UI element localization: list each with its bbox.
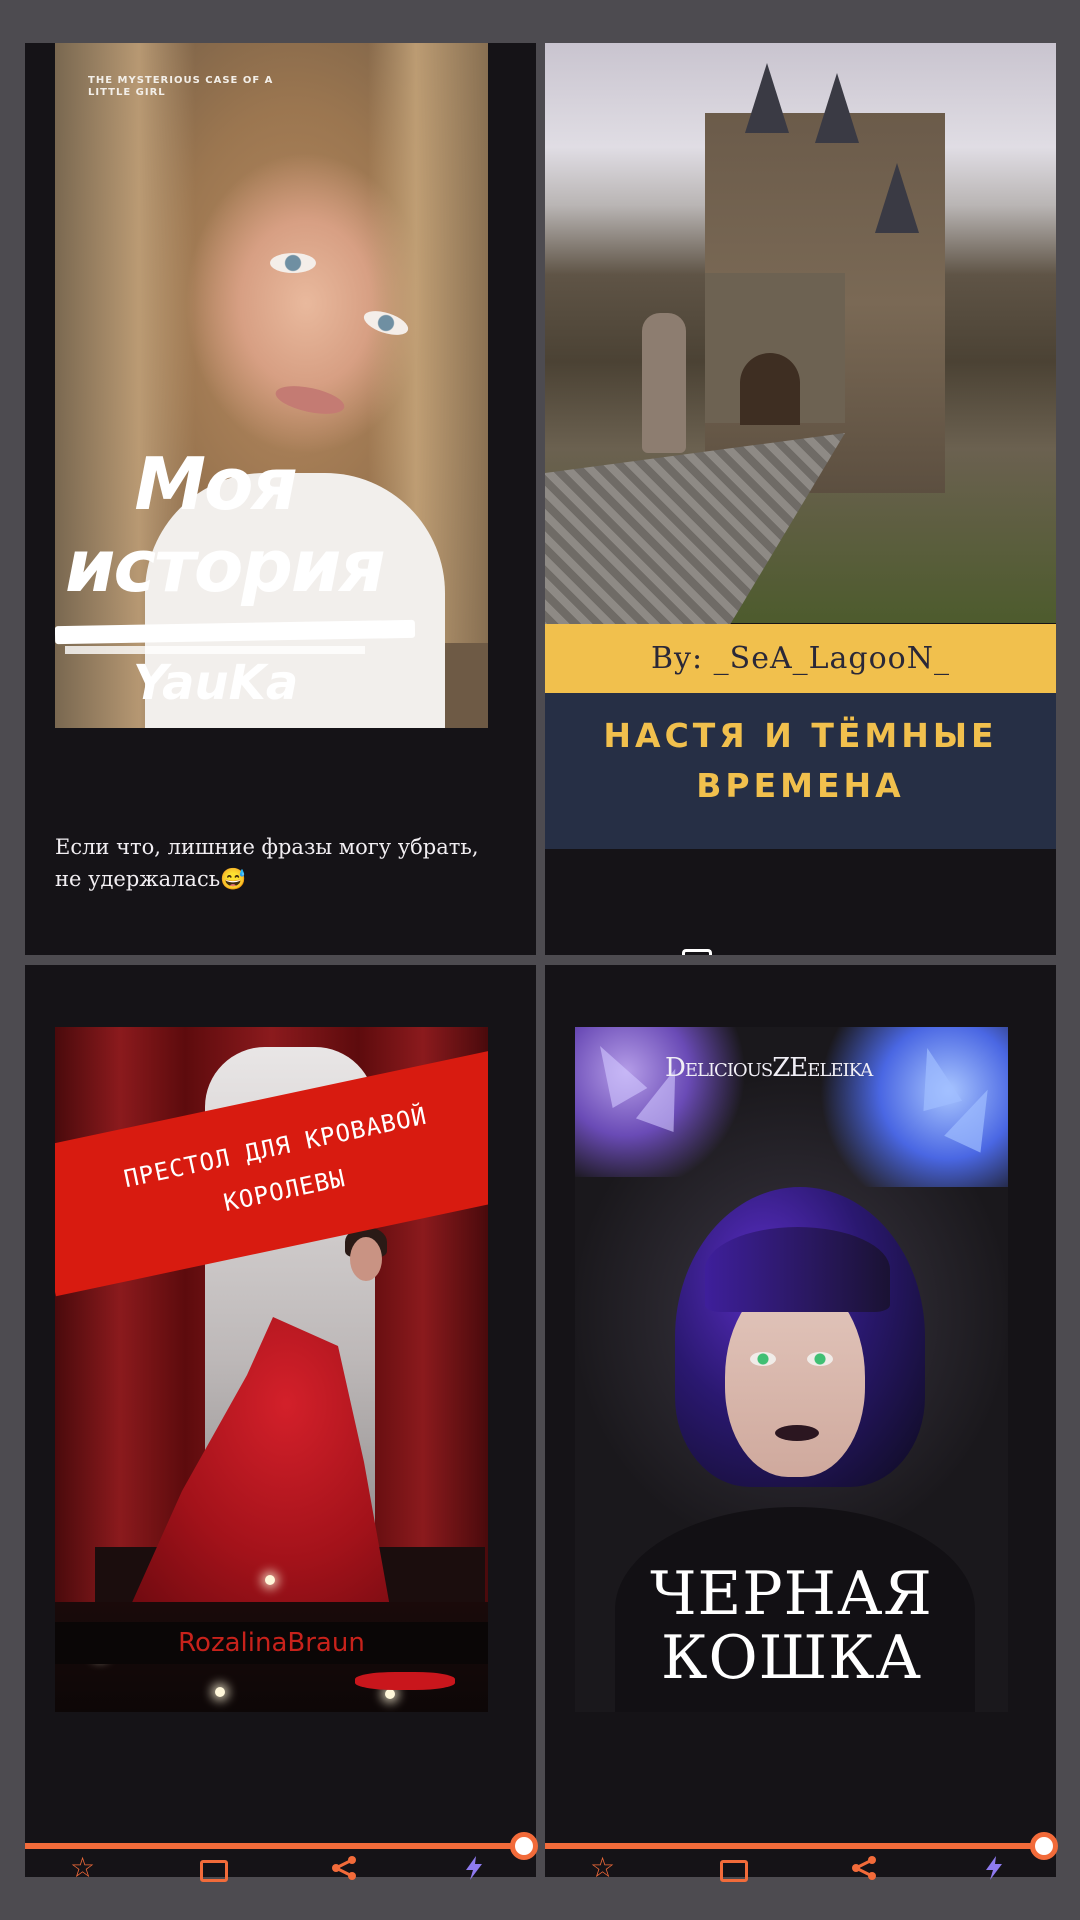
- cover-brush-stroke: [65, 646, 365, 654]
- caption-text: Если что, лишние фразы могу убрать, не у…: [55, 835, 479, 891]
- cover-art-light: [385, 1689, 395, 1699]
- story-card-nastya[interactable]: By: _SeA_LagooN_ НАСТЯ И ТЁМНЫЕ ВРЕМЕНА: [545, 43, 1056, 955]
- comment-icon[interactable]: [720, 1860, 748, 1882]
- story-card-prestol[interactable]: ПРЕСТОЛ ДЛЯ КРОВАВОЙ КОРОЛЕВЫ RozalinaBr…: [25, 965, 536, 1877]
- cover-title: НАСТЯ И ТЁМНЫЕ ВРЕМЕНА: [545, 693, 1056, 849]
- star-icon[interactable]: ☆: [70, 1854, 98, 1882]
- cover-art-head: [350, 1237, 382, 1281]
- cover-art-tower: [875, 163, 919, 233]
- cover-author: RozalinaBraun: [55, 1622, 488, 1664]
- book-cover-image[interactable]: DeliciousZEeleika ЧЕРНАЯ КОШКА: [575, 1027, 1008, 1712]
- cover-art-bangs: [705, 1227, 890, 1312]
- book-cover-image[interactable]: THE MYSTERIOUS CASE OF A LITTLE GIRL Моя…: [55, 43, 488, 728]
- comment-icon[interactable]: [200, 1860, 228, 1882]
- progress-scrubber[interactable]: [1030, 1832, 1058, 1860]
- cover-art-tower: [745, 63, 789, 133]
- story-card-moya-istoriya[interactable]: THE MYSTERIOUS CASE OF A LITTLE GIRL Моя…: [25, 43, 536, 955]
- cover-tagline: THE MYSTERIOUS CASE OF A LITTLE GIRL: [88, 75, 274, 98]
- boost-icon[interactable]: [460, 1854, 488, 1882]
- cover-art-lips: [273, 380, 347, 420]
- cover-art-eye: [750, 1352, 776, 1366]
- cover-title: ЧЕРНАЯ КОШКА: [650, 1559, 933, 1693]
- star-icon[interactable]: ☆: [590, 1854, 618, 1882]
- progress-scrubber[interactable]: [510, 1832, 538, 1860]
- cover-art-door: [740, 353, 800, 425]
- cover-art-splatter: [355, 1672, 455, 1690]
- boost-icon[interactable]: [980, 1854, 1008, 1882]
- book-cover-image[interactable]: ПРЕСТОЛ ДЛЯ КРОВАВОЙ КОРОЛЕВЫ RozalinaBr…: [55, 1027, 488, 1712]
- cover-art-light: [265, 1575, 275, 1585]
- cover-title: Моя история: [65, 442, 386, 608]
- video-progress-bar[interactable]: [25, 1843, 515, 1849]
- cover-art-eye: [270, 253, 316, 273]
- cover-art-figure: [642, 313, 686, 453]
- story-card-chernaya-koshka[interactable]: DeliciousZEeleika ЧЕРНАЯ КОШКА: [545, 965, 1056, 1877]
- cover-art-eye: [807, 1352, 833, 1366]
- share-icon[interactable]: [330, 1854, 358, 1882]
- cover-author: YauKa: [133, 655, 299, 711]
- book-cover-image[interactable]: By: _SeA_LagooN_ НАСТЯ И ТЁМНЫЕ ВРЕМЕНА: [545, 43, 1056, 849]
- share-icon[interactable]: [850, 1854, 878, 1882]
- video-progress-bar[interactable]: [545, 1843, 1040, 1849]
- cover-art-tower: [815, 73, 859, 143]
- cover-author: DeliciousZEeleika: [665, 1053, 873, 1083]
- comment-icon[interactable]: [682, 949, 712, 955]
- cover-art-light: [215, 1687, 225, 1697]
- cover-grid: THE MYSTERIOUS CASE OF A LITTLE GIRL Моя…: [0, 0, 1080, 1920]
- cover-author: By: _SeA_LagooN_: [545, 624, 1056, 693]
- cover-art-lips: [775, 1425, 819, 1441]
